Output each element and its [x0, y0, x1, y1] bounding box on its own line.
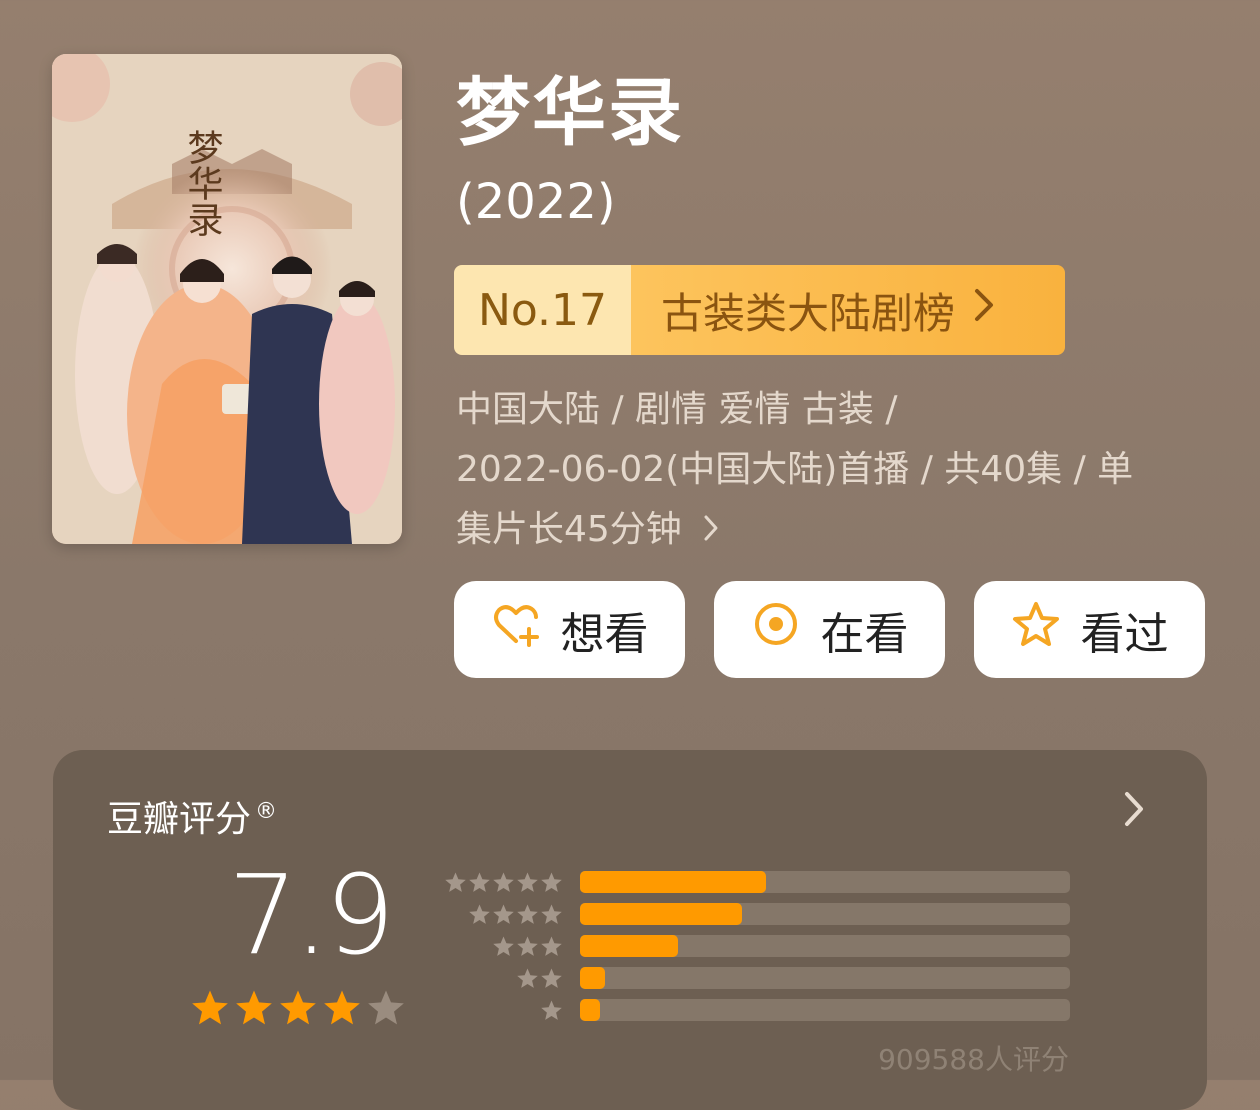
- rating-bar-fill: [580, 903, 742, 925]
- rating-bar-fill: [580, 871, 766, 893]
- star-small-icon: [469, 903, 490, 924]
- meta-duration-text: 集片长45分钟: [456, 509, 682, 550]
- star-small-icon: [541, 967, 562, 988]
- watched-label: 看过: [1080, 608, 1169, 660]
- star-small-icon: [469, 871, 490, 892]
- watching-label: 在看: [820, 608, 909, 660]
- star-empty-icon: [368, 990, 404, 1025]
- rating-row-3-star: [441, 935, 1070, 957]
- rating-bar-track: [580, 999, 1070, 1021]
- ranking-list: 古装类大陆剧榜: [631, 265, 1065, 355]
- rating-bar-track: [580, 903, 1070, 925]
- star-small-icon: [493, 871, 514, 892]
- star-filled-icon: [192, 990, 228, 1025]
- watched-button[interactable]: 看过: [974, 581, 1205, 678]
- star-filled-icon: [324, 990, 360, 1025]
- chevron-right-icon[interactable]: [1119, 788, 1149, 830]
- star-small-icon: [493, 935, 514, 956]
- registered-mark: ®: [255, 799, 278, 824]
- ranking-number: No.17: [454, 265, 631, 355]
- rating-row-stars: [441, 935, 563, 958]
- rating-bar-fill: [580, 935, 678, 957]
- star-small-icon: [517, 871, 538, 892]
- star-small-icon: [541, 999, 562, 1020]
- want-to-watch-button[interactable]: 想看: [454, 581, 685, 678]
- star-filled-icon: [280, 990, 316, 1025]
- ranking-list-name: 古装类大陆剧榜: [661, 288, 956, 338]
- star-small-icon: [493, 903, 514, 924]
- star-small-icon: [541, 903, 562, 924]
- want-to-watch-label: 想看: [560, 608, 649, 660]
- rating-row-stars: [441, 871, 563, 894]
- rating-row-stars: [441, 967, 563, 990]
- star-small-icon: [517, 935, 538, 956]
- rating-bar-track: [580, 935, 1070, 957]
- meta-duration: 集片长45分钟: [456, 500, 1196, 561]
- rating-score: 7.9: [228, 851, 395, 979]
- ranking-badge[interactable]: No.17 古装类大陆剧榜: [454, 265, 1065, 355]
- rating-row-stars: [441, 903, 563, 926]
- action-buttons: 想看 在看 看过: [454, 581, 1205, 678]
- rating-title: 豆瓣评分 ®: [107, 790, 277, 842]
- rating-row-1-star: [441, 999, 1070, 1021]
- show-year: (2022): [456, 174, 616, 230]
- poster-illustration: 梦华录: [52, 54, 402, 544]
- rating-count[interactable]: 909588人评分: [878, 1038, 1069, 1078]
- meta-release-episodes: 2022-06-02(中国大陆)首播 / 共40集 / 单: [456, 449, 1134, 490]
- star-outline-icon: [1011, 599, 1061, 660]
- rating-bar-track: [580, 967, 1070, 989]
- star-filled-icon: [236, 990, 272, 1025]
- rating-title-text: 豆瓣评分: [107, 799, 252, 840]
- chevron-right-icon: [973, 287, 995, 333]
- rating-bar-fill: [580, 967, 605, 989]
- meta-region-genres: 中国大陆 / 剧情 爱情 古装 /: [456, 389, 898, 430]
- star-small-icon: [445, 871, 466, 892]
- rating-stars: [190, 988, 406, 1028]
- watching-button[interactable]: 在看: [714, 581, 945, 678]
- rating-bar-fill: [580, 999, 600, 1021]
- rating-row-2-star: [441, 967, 1070, 989]
- star-small-icon: [541, 871, 562, 892]
- star-small-icon: [541, 935, 562, 956]
- rating-row-5-star: [441, 871, 1070, 893]
- rating-row-stars: [441, 999, 563, 1022]
- heart-plus-icon: [491, 599, 541, 660]
- rating-card[interactable]: 豆瓣评分 ® 7.9 909588人评分: [53, 750, 1207, 1110]
- show-meta[interactable]: 中国大陆 / 剧情 爱情 古装 / 2022-06-02(中国大陆)首播 / 共…: [456, 380, 1196, 561]
- star-small-icon: [517, 903, 538, 924]
- rating-row-4-star: [441, 903, 1070, 925]
- poster-calligraphy: 梦华录: [182, 129, 223, 237]
- target-circle-icon: [751, 599, 801, 660]
- show-title: 梦华录: [456, 70, 684, 156]
- rating-bar-track: [580, 871, 1070, 893]
- chevron-right-icon: [703, 501, 719, 561]
- poster-image[interactable]: 梦华录: [52, 54, 402, 544]
- star-small-icon: [517, 967, 538, 988]
